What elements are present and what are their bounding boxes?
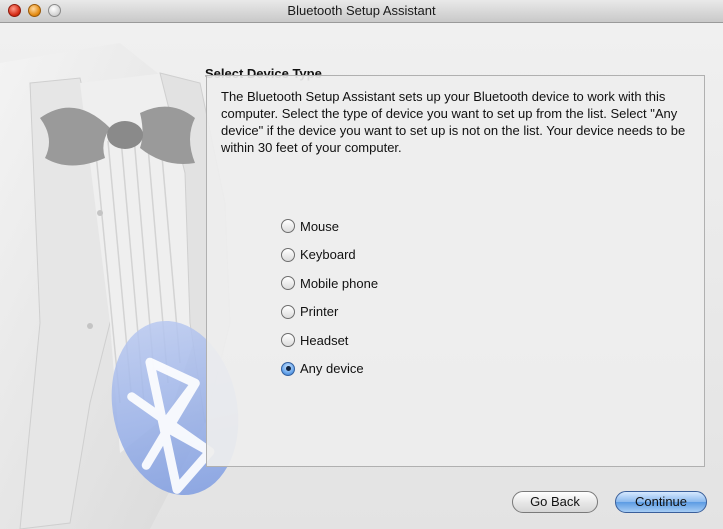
radio-option-keyboard[interactable]: Keyboard bbox=[281, 241, 378, 270]
go-back-button[interactable]: Go Back bbox=[512, 491, 598, 513]
radio-label: Mouse bbox=[300, 218, 340, 234]
radio-label: Keyboard bbox=[300, 247, 356, 263]
radio-button-any-device[interactable] bbox=[281, 361, 295, 376]
radio-option-headset[interactable]: Headset bbox=[281, 326, 378, 355]
radio-button-keyboard[interactable] bbox=[281, 247, 295, 262]
radio-button-headset[interactable] bbox=[281, 333, 295, 348]
radio-label: Headset bbox=[300, 332, 349, 348]
window-title: Bluetooth Setup Assistant bbox=[287, 3, 436, 18]
radio-option-any-device[interactable]: Any device bbox=[281, 355, 378, 384]
radio-label: Mobile phone bbox=[300, 275, 379, 291]
bluetooth-setup-window: Bluetooth Setup Assistant Select Device … bbox=[0, 0, 723, 529]
radio-button-printer[interactable] bbox=[281, 304, 295, 319]
device-type-radio-group: Mouse Keyboard Mobile phone Printer Head… bbox=[281, 212, 378, 383]
radio-option-mouse[interactable]: Mouse bbox=[281, 212, 378, 241]
continue-button[interactable]: Continue bbox=[615, 491, 707, 513]
description-text: The Bluetooth Setup Assistant sets up yo… bbox=[221, 89, 686, 155]
title-bar[interactable]: Bluetooth Setup Assistant bbox=[0, 0, 723, 23]
radio-option-printer[interactable]: Printer bbox=[281, 298, 378, 327]
radio-button-mobile-phone[interactable] bbox=[281, 276, 295, 291]
radio-button-mouse[interactable] bbox=[281, 219, 295, 234]
radio-option-mobile-phone[interactable]: Mobile phone bbox=[281, 269, 378, 298]
radio-label: Any device bbox=[300, 361, 364, 377]
radio-label: Printer bbox=[300, 304, 339, 320]
